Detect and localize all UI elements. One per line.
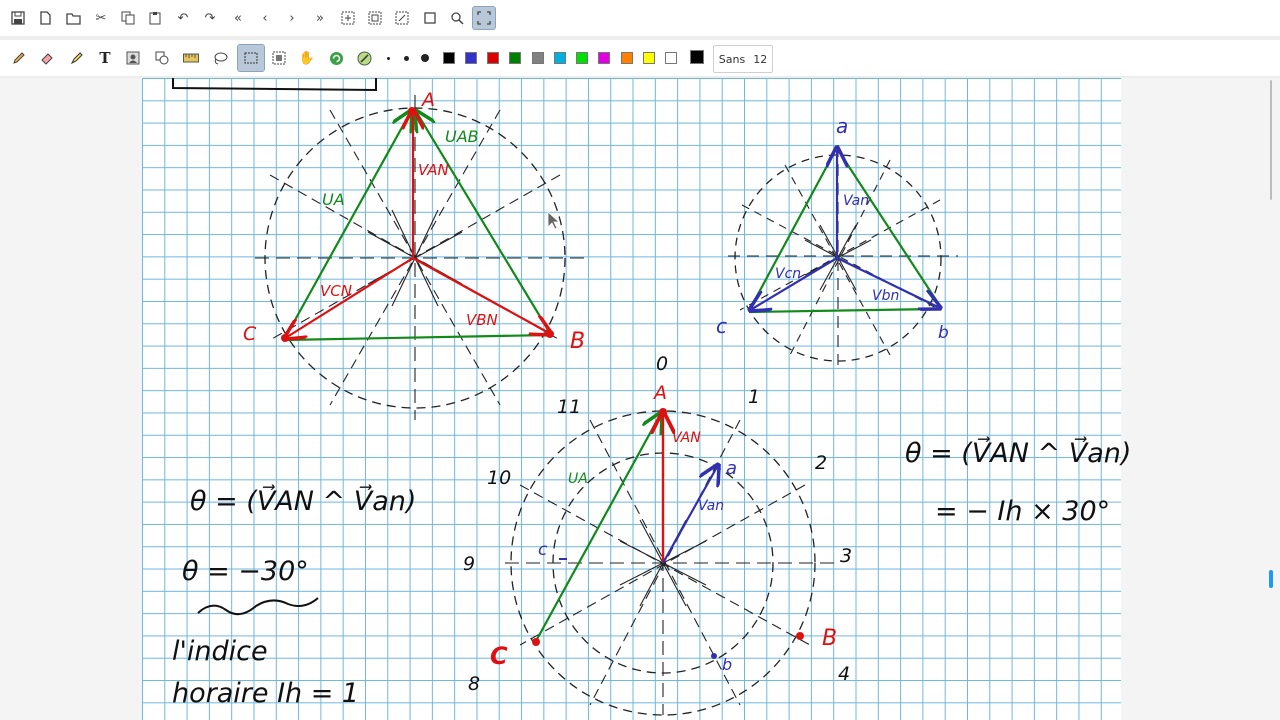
formula-theta-general: = − Ih × 30° [935,496,1110,527]
clock-label-a: a [726,458,737,479]
formula-indice-line1: l'indice [172,636,268,667]
clock-label-b: b [722,655,732,674]
clock-label-Van: Van [698,498,724,514]
label-C-primary: C [243,323,257,345]
clock-label-c: c [538,540,548,560]
phasor-diagram-secondary [728,145,958,365]
clock-label-0: 0 [656,353,668,375]
partial-box [172,78,377,92]
label-a-secondary: a [836,114,848,138]
clock-label-1: 1 [748,386,760,408]
scrollbar-thumb[interactable] [1269,570,1273,588]
label-Van-secondary: Van [843,193,869,209]
formula-theta-value: θ = −30° [182,556,309,587]
label-c-secondary: c [716,314,727,338]
clock-label-VAN: VAN [672,430,701,446]
label-A-primary: A [420,89,435,111]
clock-label-10: 10 [487,467,511,489]
clock-label-B: B [822,626,837,651]
handwritten-drawing: A B C VAN VCN VBN UAB UA a b Van Vcn Vbn… [172,78,1131,716]
clock-label-2: 2 [815,452,827,474]
underline-squiggle [197,597,319,616]
label-b-secondary: b [938,323,949,343]
clock-label-11: 11 [557,396,581,418]
label-B-primary: B [570,329,585,354]
label-Vbn-secondary: Vbn [872,288,899,304]
clock-phasor-diagram [505,408,835,716]
phasor-diagram-primary [255,95,585,420]
mouse-cursor-icon [547,211,561,230]
formula-indice-line2: horaire Ih = 1 [172,678,359,709]
clock-label-A: A [652,382,667,404]
scrollbar-track [1270,80,1272,200]
clock-label-UA: UA [568,471,588,487]
clock-label-8: 8 [468,673,480,695]
clock-label-4: 4 [838,663,850,685]
clock-label-9: 9 [463,553,475,575]
label-UA-primary: UA [322,190,345,209]
vertical-scrollbar[interactable] [1269,80,1273,720]
clock-label-3: 3 [840,545,852,567]
formula-theta-definition-left: θ = (V⃗AN ^ V⃗an) [190,484,416,517]
clock-label-C: C [490,642,508,670]
label-VAN-primary: VAN [418,161,449,179]
label-VCN-primary: VCN [320,282,352,300]
label-Vcn-secondary: Vcn [775,266,801,282]
formula-theta-definition-right: θ = (V⃗AN ^ V⃗an) [905,436,1131,469]
label-VBN-primary: VBN [466,311,498,329]
label-UAB-primary: UAB [445,127,479,146]
